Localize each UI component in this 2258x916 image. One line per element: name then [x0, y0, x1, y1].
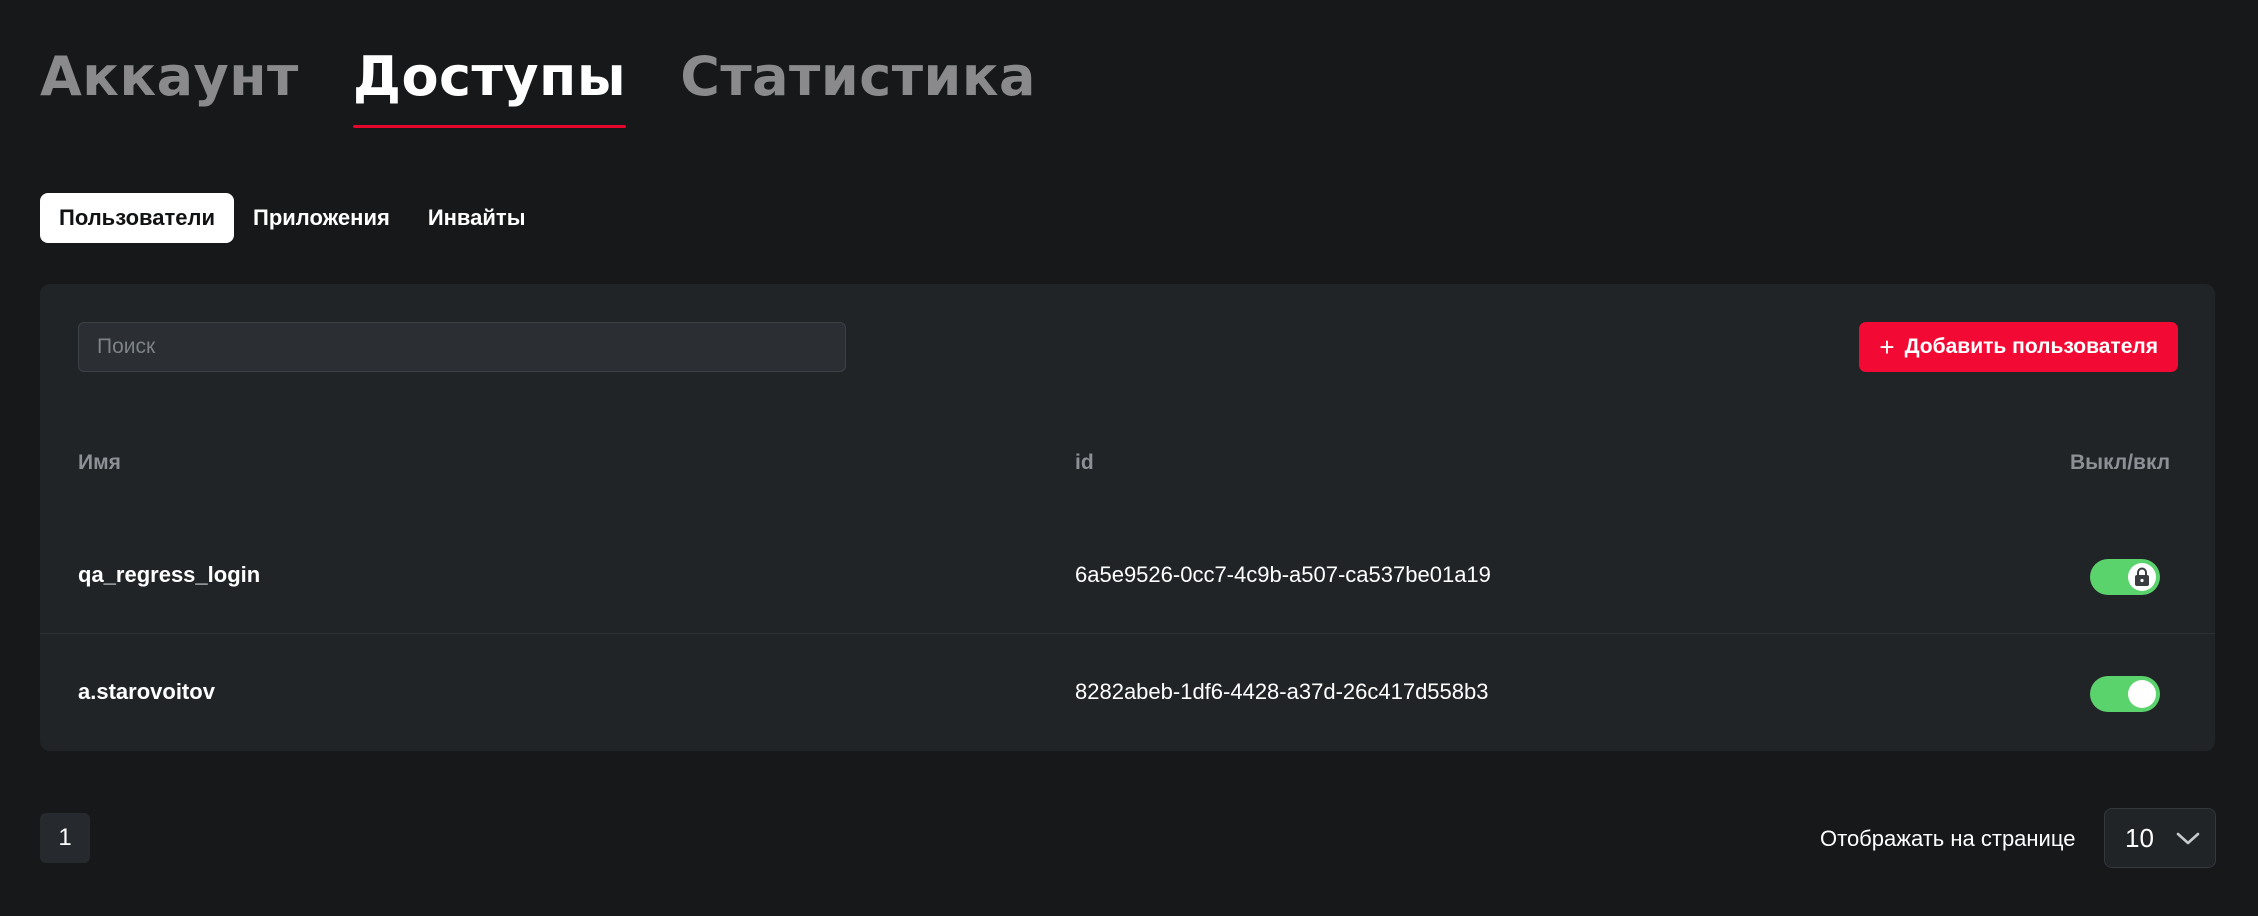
tab-account[interactable]: Аккаунт	[40, 44, 299, 110]
search-input[interactable]	[78, 322, 846, 372]
chevron-down-icon	[2176, 832, 2200, 845]
column-header-id: id	[1075, 451, 1094, 474]
column-header-toggle: Выкл/вкл	[2070, 451, 2171, 474]
pagination-page-button[interactable]: 1	[40, 813, 90, 863]
tab-access[interactable]: Доступы	[352, 44, 627, 128]
enable-toggle[interactable]	[2090, 676, 2160, 712]
plus-icon: +	[1879, 332, 1895, 362]
table-row: a.starovoitov 8282abeb-1df6-4428-a37d-26…	[40, 635, 2215, 751]
access-page: Аккаунт Доступы Статистика Пользователи …	[0, 0, 2258, 916]
column-header-name: Имя	[78, 451, 121, 474]
add-user-label: Добавить пользователя	[1904, 335, 2158, 358]
user-name: qa_regress_login	[78, 562, 261, 587]
main-tabs: Аккаунт Доступы Статистика	[40, 44, 1036, 128]
add-user-button[interactable]: + Добавить пользователя	[1859, 322, 2178, 372]
subtab-applications[interactable]: Приложения	[234, 193, 409, 243]
user-id: 6a5e9526-0cc7-4c9b-a507-ca537be01a19	[1075, 562, 1491, 587]
subtab-users[interactable]: Пользователи	[40, 193, 235, 243]
subtab-invites[interactable]: Инвайты	[409, 193, 545, 243]
lock-icon	[2135, 567, 2149, 586]
user-name: a.starovoitov	[78, 679, 215, 704]
tab-statistics[interactable]: Статистика	[680, 44, 1036, 110]
per-page-label: Отображать на странице	[1820, 826, 2076, 851]
toggle-knob	[2128, 680, 2156, 708]
sub-tabs: Пользователи Приложения Инвайты	[40, 193, 545, 243]
table-row: qa_regress_login 6a5e9526-0cc7-4c9b-a507…	[40, 518, 2215, 634]
per-page-value: 10	[2125, 822, 2154, 853]
per-page-select[interactable]: 10	[2104, 808, 2216, 868]
user-id: 8282abeb-1df6-4428-a37d-26c417d558b3	[1075, 679, 1489, 704]
toggle-knob	[2128, 563, 2156, 591]
enable-toggle[interactable]	[2090, 559, 2160, 595]
